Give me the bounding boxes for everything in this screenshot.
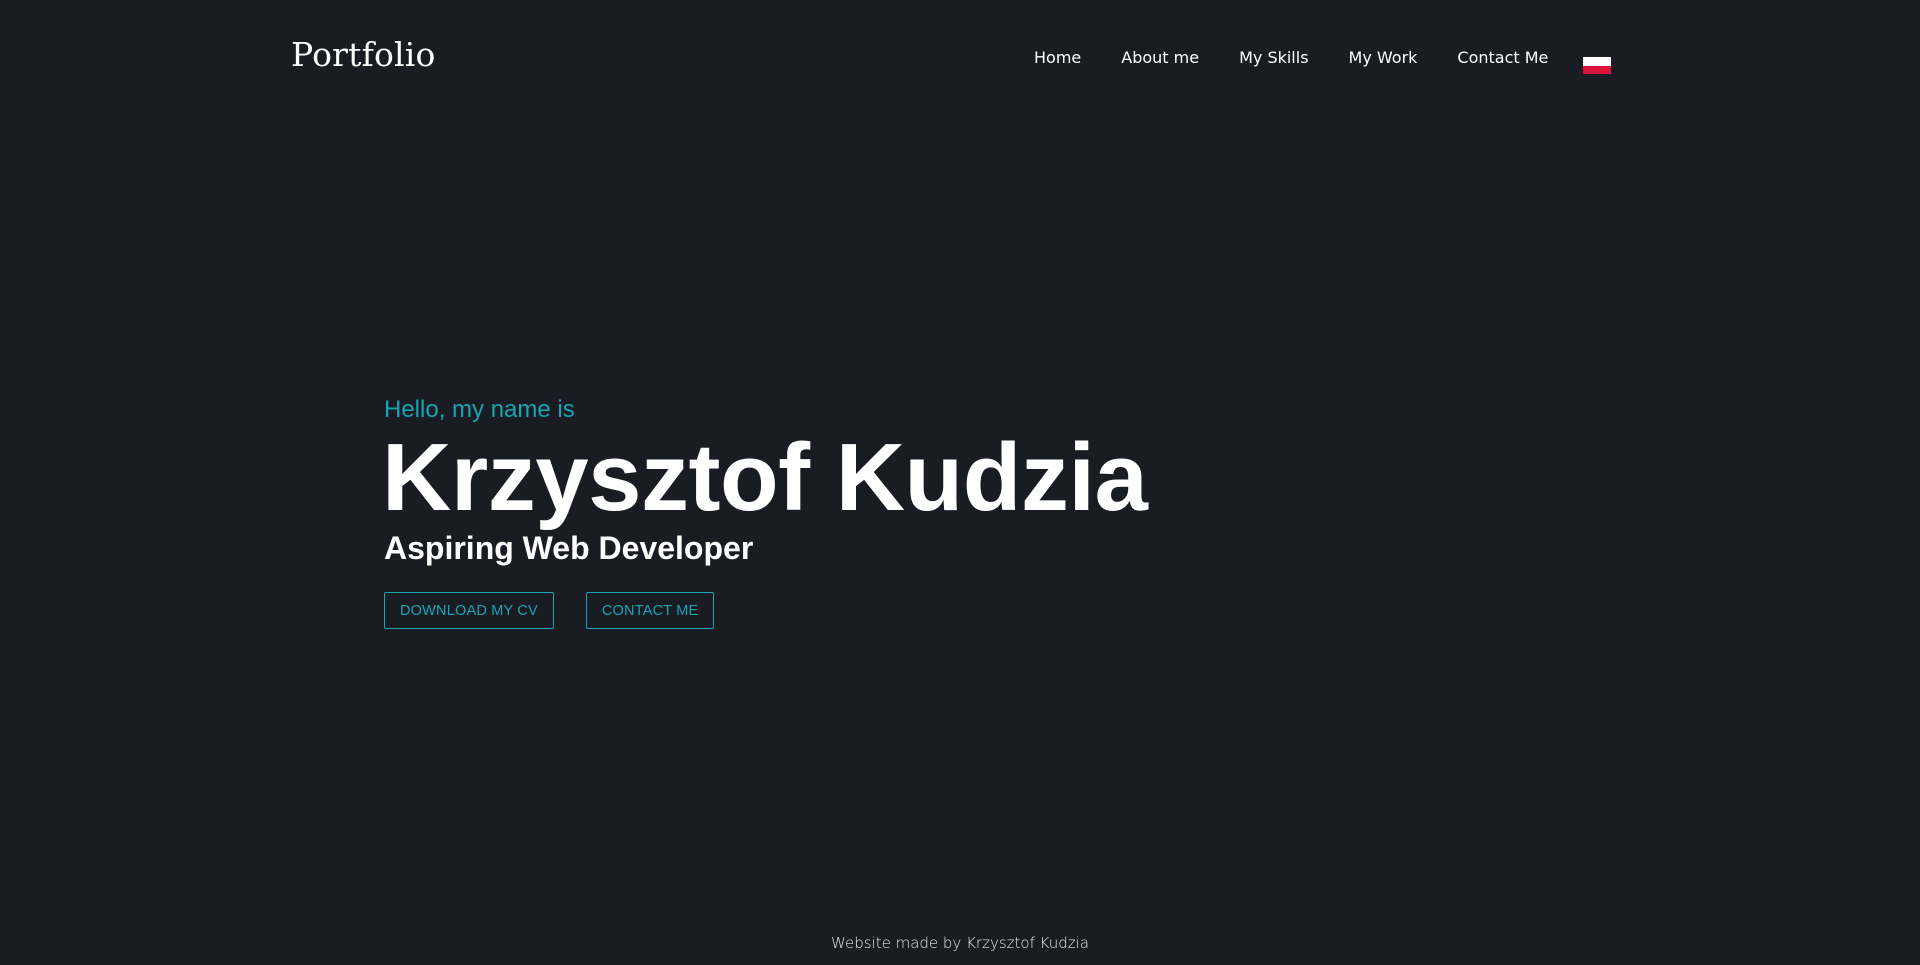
- site-logo[interactable]: Portfolio: [291, 34, 436, 76]
- nav-link-home[interactable]: Home: [1034, 47, 1081, 69]
- nav-link-contact-me[interactable]: Contact Me: [1457, 47, 1548, 69]
- nav-link-about-me[interactable]: About me: [1121, 47, 1199, 69]
- top-navigation-bar: Portfolio Home About me My Skills My Wor…: [0, 0, 1920, 115]
- footer-credit: Website made by Krzysztof Kudzia: [831, 934, 1089, 952]
- poland-flag-icon[interactable]: [1583, 57, 1611, 74]
- hero-role: Aspiring Web Developer: [384, 530, 754, 566]
- page: Portfolio Home About me My Skills My Wor…: [0, 0, 1920, 965]
- main-nav: Home About me My Skills My Work Contact …: [1000, 46, 1548, 70]
- flag-red-stripe: [1583, 66, 1611, 74]
- hero-name: Krzysztof Kudzia: [382, 424, 1148, 531]
- contact-me-button[interactable]: CONTACT ME: [585, 592, 715, 629]
- download-cv-button[interactable]: DOWNLOAD MY CV: [384, 592, 554, 629]
- hero-buttons: DOWNLOAD MY CV CONTACT ME: [384, 592, 1147, 629]
- nav-link-my-skills[interactable]: My Skills: [1239, 47, 1308, 69]
- hero-section: Hello, my name is Krzysztof Kudzia Aspir…: [382, 395, 1148, 629]
- nav-link-my-work[interactable]: My Work: [1349, 47, 1418, 69]
- hero-greeting: Hello, my name is: [384, 396, 575, 423]
- flag-white-stripe: [1583, 57, 1611, 66]
